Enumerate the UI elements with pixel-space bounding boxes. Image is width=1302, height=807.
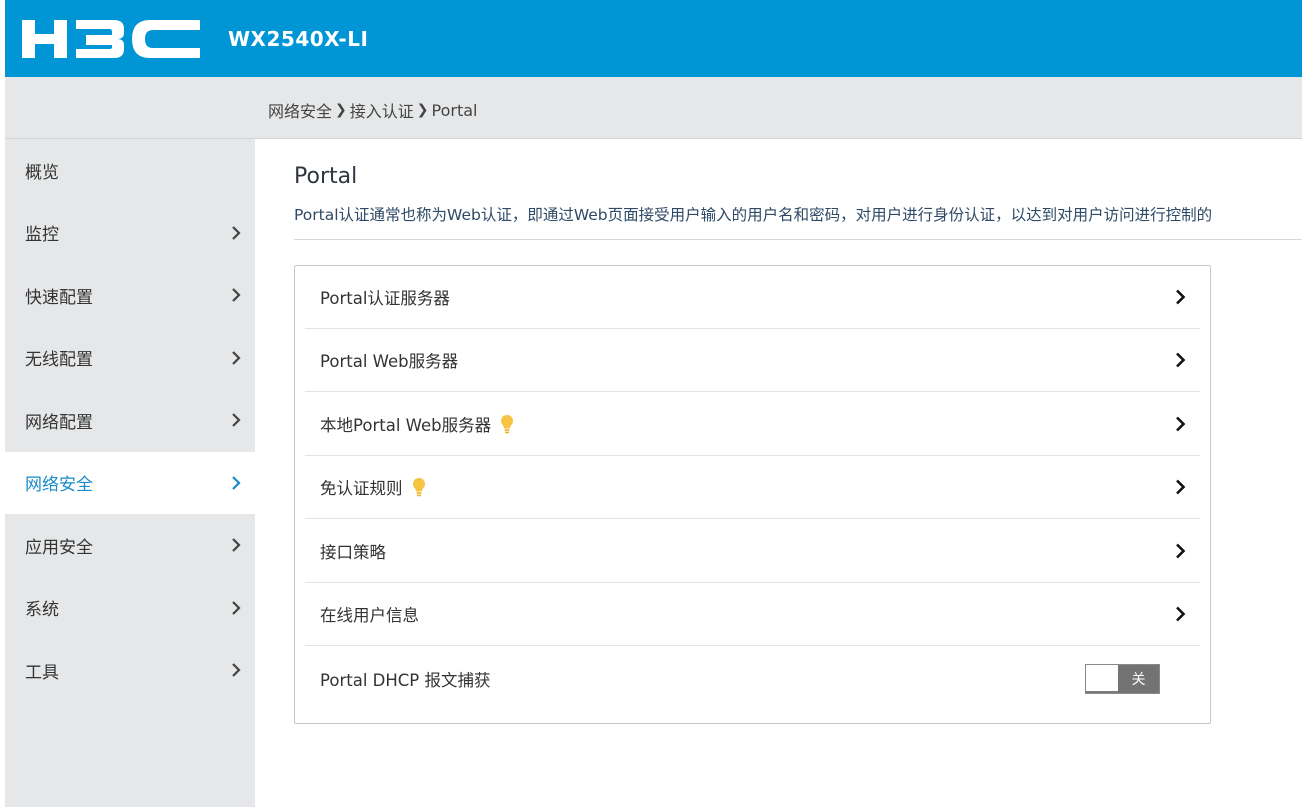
row-local-portal-web-server[interactable]: 本地Portal Web服务器 [305,393,1200,456]
sidebar-item-monitor[interactable]: 监控 [5,202,255,265]
page-title: Portal [294,164,358,189]
lightbulb-icon[interactable] [412,477,426,497]
row-portal-auth-server[interactable]: Portal认证服务器 [305,266,1200,329]
row-label: 免认证规则 [320,479,403,498]
row-auth-free-rules[interactable]: 免认证规则 [305,456,1200,519]
chevron-right-icon [232,475,241,490]
row-label: 本地Portal Web服务器 [320,416,492,435]
chevron-right-icon [1176,416,1186,432]
chevron-right-icon [1176,352,1186,368]
chevron-right-icon: ❯ [335,102,347,118]
breadcrumb-item-security[interactable]: 网络安全 [268,98,332,122]
sidebar-item-label: 概览 [25,162,59,183]
row-portal-dhcp-capture: Portal DHCP 报文捕获 关 [305,647,1200,710]
row-online-users[interactable]: 在线用户信息 [305,583,1200,646]
sidebar-item-app-security[interactable]: 应用安全 [5,514,255,577]
lightbulb-icon[interactable] [500,414,514,434]
breadcrumb-item-access-auth[interactable]: 接入认证 [350,98,414,122]
toggle-state-label: 关 [1118,664,1159,693]
chevron-right-icon [1176,543,1186,559]
row-label: 接口策略 [320,543,386,562]
chevron-right-icon [232,288,241,303]
sidebar-item-label: 监控 [25,225,59,246]
sidebar-item-network-config[interactable]: 网络配置 [5,389,255,452]
sidebar-item-overview[interactable]: 概览 [5,139,255,202]
portal-settings-panel: Portal认证服务器 Portal Web服务器 本地Portal Web服务… [294,265,1211,724]
row-label: Portal DHCP 报文捕获 [320,670,491,690]
chevron-right-icon [232,413,241,428]
row-interface-policy[interactable]: 接口策略 [305,520,1200,583]
chevron-right-icon [1176,606,1186,622]
dhcp-capture-toggle[interactable]: 关 [1085,663,1160,694]
sidebar: 概览 监控 快速配置 无线配置 网络配置 网络安全 应用安全 系统 工具 [5,139,255,807]
sidebar-item-label: 网络安全 [25,475,93,496]
chevron-right-icon [232,600,241,615]
sidebar-item-network-security[interactable]: 网络安全 [5,451,255,514]
sidebar-item-tools[interactable]: 工具 [5,639,255,702]
row-label: Portal认证服务器 [320,289,450,308]
chevron-right-icon: ❯ [416,102,429,118]
divider [294,239,1302,240]
top-header: WX2540X-LI [5,0,1302,77]
chevron-right-icon [232,663,241,678]
sidebar-item-system[interactable]: 系统 [5,577,255,640]
sidebar-item-label: 应用安全 [25,537,93,558]
breadcrumb: 网络安全 ❯ 接入认证 ❯ Portal [268,98,477,122]
row-label: Portal Web服务器 [320,352,459,371]
chevron-right-icon [232,225,241,240]
sidebar-item-label: 工具 [25,662,59,683]
breadcrumb-item-portal: Portal [431,100,478,120]
sidebar-item-quick-config[interactable]: 快速配置 [5,264,255,327]
chevron-right-icon [232,350,241,365]
page-description: Portal认证通常也称为Web认证，即通过Web页面接受用户输入的用户名和密码… [294,206,1213,224]
sidebar-item-wireless-config[interactable]: 无线配置 [5,327,255,390]
chevron-right-icon [1176,289,1186,305]
breadcrumb-bar: 网络安全 ❯ 接入认证 ❯ Portal [5,77,1302,139]
toggle-knob [1086,664,1118,693]
device-model: WX2540X-LI [228,26,369,51]
sidebar-item-label: 快速配置 [25,287,93,308]
sidebar-item-label: 网络配置 [25,412,93,433]
sidebar-item-label: 系统 [25,600,59,621]
row-portal-web-server[interactable]: Portal Web服务器 [305,329,1200,392]
sidebar-item-label: 无线配置 [25,350,93,371]
chevron-right-icon [1176,479,1186,495]
chevron-right-icon [232,538,241,553]
row-label: 在线用户信息 [320,606,419,625]
h3c-logo [22,19,200,58]
